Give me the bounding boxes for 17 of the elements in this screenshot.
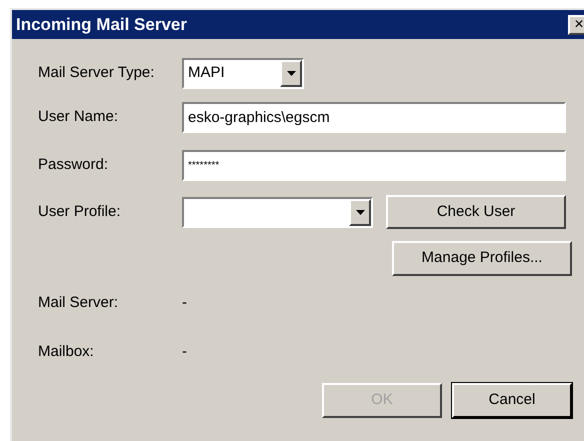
field-label: User Name:: [38, 107, 120, 128]
password-field[interactable]: ********: [182, 150, 566, 181]
info-label: Mail Server:: [38, 292, 120, 313]
user-profile-dropdown[interactable]: [182, 196, 373, 228]
server-type-dropdown[interactable]: MAPI: [182, 58, 304, 89]
window-title: Incoming Mail Server: [16, 14, 187, 36]
field-label: Mail Server Type:: [38, 63, 156, 84]
field-label: Password:: [38, 155, 110, 176]
dialog-button[interactable]: Cancel: [452, 383, 572, 418]
field-label: User Profile:: [38, 202, 122, 222]
info-value: -: [182, 342, 187, 362]
info-value: -: [182, 292, 187, 313]
info-label: Mailbox:: [38, 342, 95, 362]
manage-profiles-button[interactable]: Manage Profiles...: [392, 241, 572, 276]
user-name-field[interactable]: esko-graphics\egscm: [182, 102, 566, 133]
check-user-button[interactable]: Check User: [386, 195, 566, 229]
close-button[interactable]: ×: [568, 14, 584, 34]
